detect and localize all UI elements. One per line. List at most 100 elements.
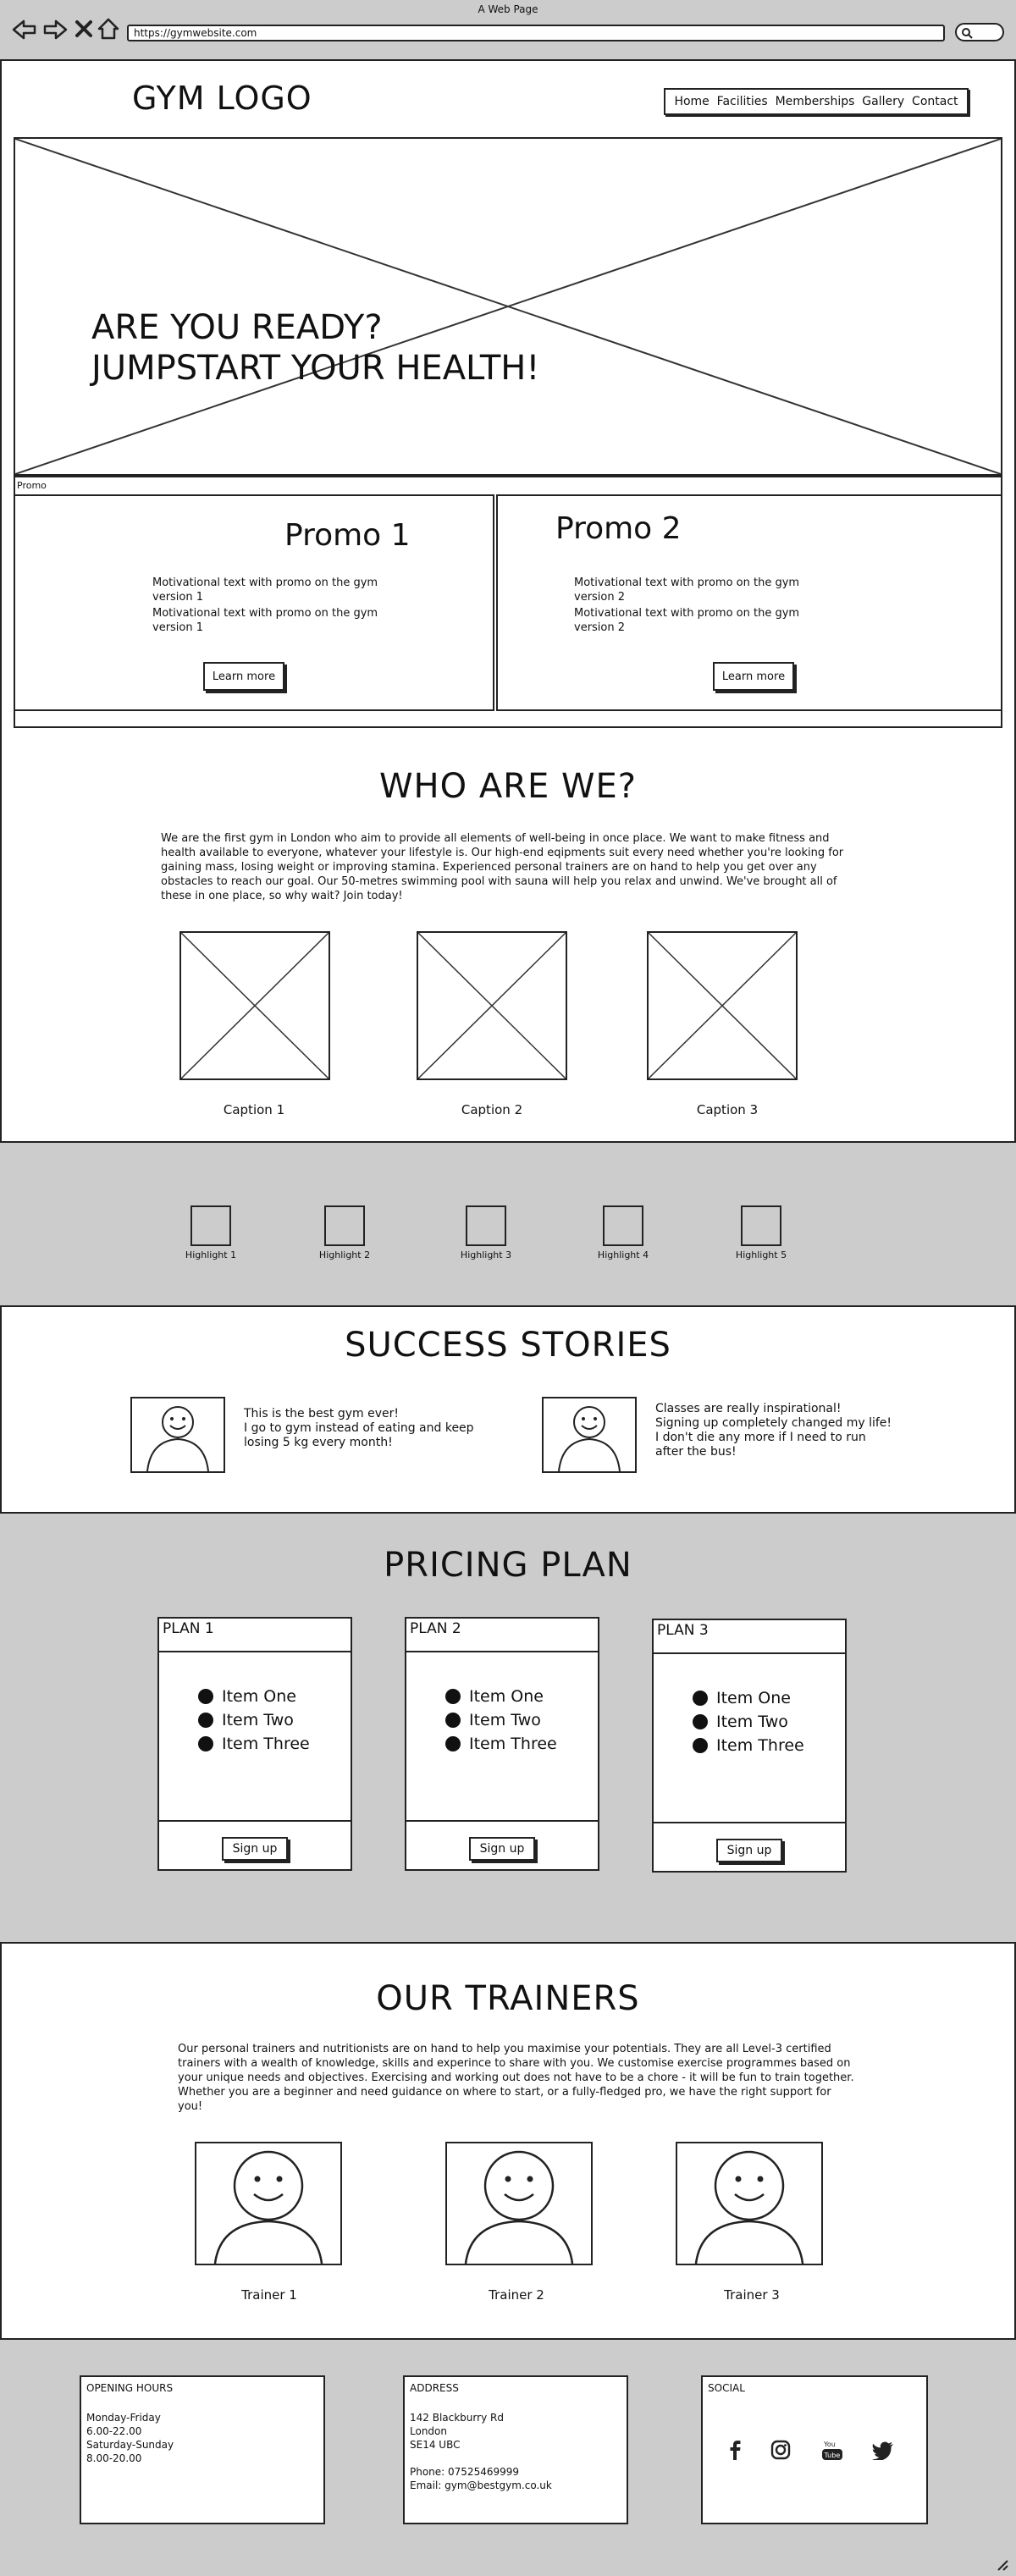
promo-2-text-1: Motivational text with promo on the gym … — [574, 576, 800, 604]
social-title: SOCIAL — [708, 2382, 745, 2394]
plan-2-name: PLAN 2 — [410, 1620, 461, 1637]
highlight-3[interactable]: Highlight 3 — [452, 1205, 520, 1260]
trainer-3-name: Trainer 3 — [724, 2287, 780, 2303]
who-image-3 — [647, 931, 798, 1080]
hours-line-3: Saturday-Sunday — [86, 2439, 174, 2451]
highlight-2-label: Highlight 2 — [318, 1249, 371, 1260]
who-image-2 — [417, 931, 567, 1080]
hero-line-2: JUMPSTART YOUR HEALTH! — [91, 349, 540, 388]
bullet-icon — [693, 1691, 708, 1706]
nav-home[interactable]: Home — [674, 95, 709, 108]
highlight-3-label: Highlight 3 — [460, 1249, 512, 1260]
highlight-1-icon — [190, 1205, 231, 1246]
nav-gallery[interactable]: Gallery — [862, 95, 904, 108]
twitter-icon[interactable] — [872, 2441, 894, 2460]
bullet-icon — [445, 1689, 461, 1704]
hours-line-1: Monday-Friday — [86, 2412, 161, 2424]
address-line-2: London — [410, 2425, 447, 2437]
address-box: ADDRESS 142 Blackburry Rd London SE14 UB… — [403, 2375, 628, 2524]
phone[interactable]: Phone: 07525469999 — [410, 2465, 552, 2479]
trainers-title: OUR TRAINERS — [376, 1979, 640, 2018]
caption-1: Caption 1 — [223, 1102, 285, 1117]
bullet-icon — [693, 1738, 708, 1753]
address-line-1: 142 Blackburry Rd — [410, 2412, 504, 2424]
highlight-1[interactable]: Highlight 1 — [177, 1205, 245, 1260]
highlight-2[interactable]: Highlight 2 — [311, 1205, 378, 1260]
bullet-icon — [693, 1714, 708, 1729]
nav-contact[interactable]: Contact — [912, 95, 958, 108]
hero-image — [14, 137, 1002, 476]
who-image-1 — [179, 931, 330, 1080]
story-1-text: This is the best gym ever! I go to gym i… — [244, 1407, 474, 1449]
promo-2-text-2: Motivational text with promo on the gym … — [574, 607, 800, 634]
promo-label: Promo — [17, 480, 47, 491]
hours-line-4: 8.00-20.00 — [86, 2452, 142, 2464]
promo-1-learn-more-button[interactable]: Learn more — [203, 662, 284, 691]
svg-text:You: You — [823, 2441, 836, 2448]
bullet-icon — [198, 1713, 213, 1728]
plan-1-name: PLAN 1 — [163, 1620, 214, 1637]
back-icon[interactable] — [12, 19, 37, 41]
promo-2-learn-more-button[interactable]: Learn more — [713, 662, 794, 691]
trainer-3-photo — [676, 2142, 823, 2265]
address-line-3: SE14 UBC — [410, 2439, 461, 2451]
bullet-icon — [198, 1689, 213, 1704]
plan-1-signup-button[interactable]: Sign up — [222, 1837, 288, 1861]
highlight-5[interactable]: Highlight 5 — [727, 1205, 795, 1260]
highlight-4-icon — [603, 1205, 643, 1246]
youtube-icon[interactable]: You Tube — [821, 2438, 843, 2462]
nav-facilities[interactable]: Facilities — [717, 95, 768, 108]
plan-1-item-2: Item Two — [222, 1711, 294, 1729]
who-title: WHO ARE WE? — [378, 767, 638, 806]
highlight-5-label: Highlight 5 — [735, 1249, 787, 1260]
plan-2-item-1: Item One — [469, 1687, 544, 1706]
highlight-4[interactable]: Highlight 4 — [589, 1205, 657, 1260]
home-icon[interactable] — [97, 18, 120, 40]
bullet-icon — [445, 1713, 461, 1728]
promo-1-title: Promo 1 — [284, 518, 411, 553]
bullet-icon — [445, 1736, 461, 1751]
plan-3-signup-button[interactable]: Sign up — [716, 1839, 782, 1862]
plan-3-item-1: Item One — [716, 1689, 791, 1707]
logo[interactable]: GYM LOGO — [132, 80, 312, 117]
hero-line-1: ARE YOU READY? — [91, 308, 383, 347]
trainer-2-name: Trainer 2 — [489, 2287, 544, 2303]
trainer-1-name: Trainer 1 — [241, 2287, 297, 2303]
plan-2-item-3: Item Three — [469, 1735, 557, 1753]
hours-line-2: 6.00-22.00 — [86, 2425, 142, 2437]
stories-title: SUCCESS STORIES — [345, 1326, 671, 1365]
plan-2-card: PLAN 2 Item One Item Two Item Three Sign… — [405, 1617, 599, 1871]
plan-1-item-3: Item Three — [222, 1735, 310, 1753]
promo-2-title: Promo 2 — [555, 511, 682, 546]
highlight-1-label: Highlight 1 — [185, 1249, 237, 1260]
browser-toolbar: A Web Page https://gymwebsite.com — [0, 0, 1016, 61]
search-box[interactable] — [955, 23, 1004, 41]
plan-2-signup-button[interactable]: Sign up — [469, 1837, 535, 1861]
story-2-avatar — [542, 1397, 637, 1473]
url-bar[interactable]: https://gymwebsite.com — [127, 25, 945, 41]
forward-icon[interactable] — [42, 19, 68, 41]
story-2-text: Classes are really inspirational! Signin… — [655, 1402, 892, 1459]
highlight-3-icon — [466, 1205, 506, 1246]
resize-grip-icon[interactable] — [996, 2558, 1009, 2572]
bullet-icon — [198, 1736, 213, 1751]
plan-3-item-3: Item Three — [716, 1736, 804, 1755]
url-text: https://gymwebsite.com — [134, 27, 257, 39]
address-title: ADDRESS — [410, 2382, 459, 2394]
nav-memberships[interactable]: Memberships — [776, 95, 855, 108]
opening-hours-box: OPENING HOURS Monday-Friday 6.00-22.00 S… — [80, 2375, 325, 2524]
trainers-text: Our personal trainers and nutritionists … — [178, 2043, 854, 2113]
facebook-icon[interactable] — [726, 2440, 743, 2460]
pricing-title: PRICING PLAN — [384, 1546, 632, 1585]
opening-hours-title: OPENING HOURS — [86, 2382, 174, 2394]
close-icon[interactable] — [75, 19, 93, 38]
email[interactable]: Email: gym@bestgym.co.uk — [410, 2479, 552, 2492]
promo-1-text-2: Motivational text with promo on the gym … — [152, 607, 378, 634]
highlight-4-label: Highlight 4 — [597, 1249, 649, 1260]
instagram-icon[interactable] — [770, 2440, 791, 2460]
search-icon — [961, 27, 973, 39]
plan-3-name: PLAN 3 — [657, 1622, 709, 1639]
highlight-2-icon — [324, 1205, 365, 1246]
main-nav: Home Facilities Memberships Gallery Cont… — [664, 88, 969, 115]
story-1-avatar — [130, 1397, 225, 1473]
